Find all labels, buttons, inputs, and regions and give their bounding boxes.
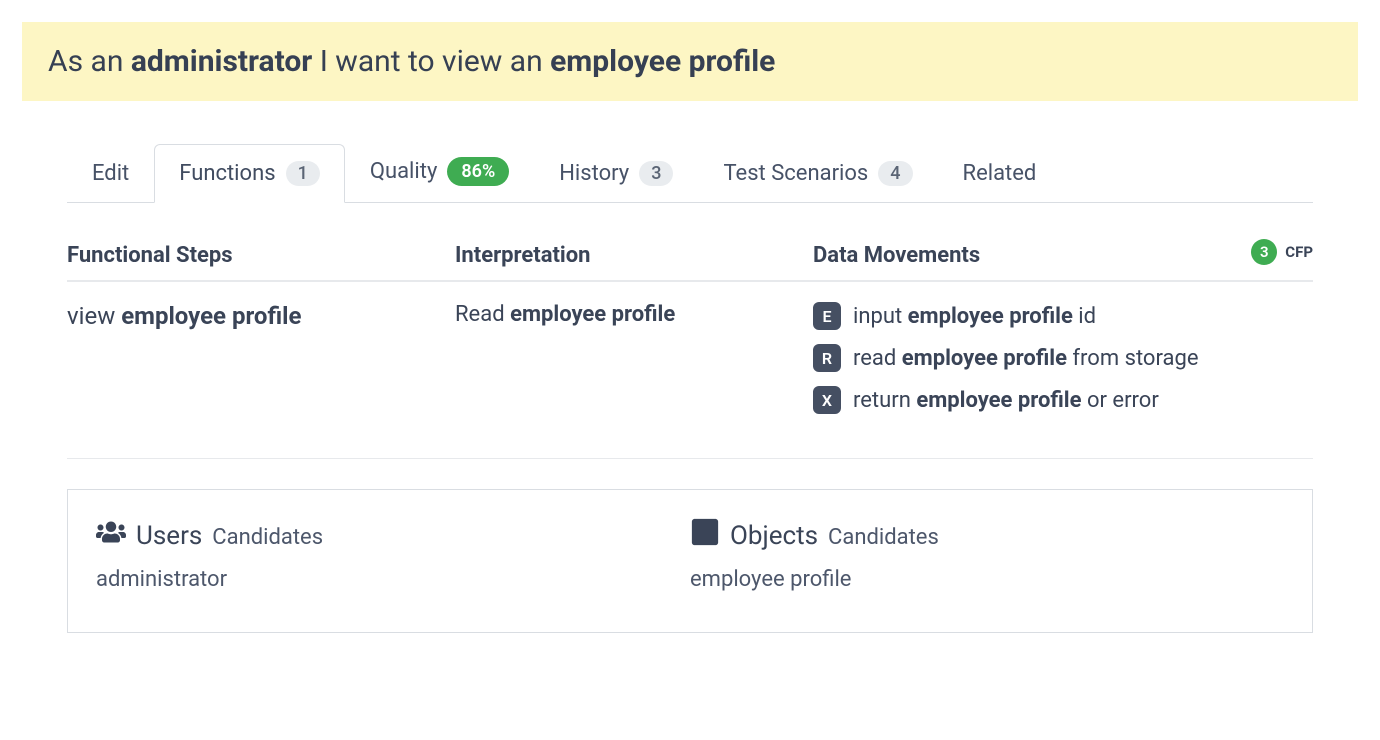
tab-label: Quality [370, 159, 438, 184]
data-movement-entry: E input employee profile id [813, 302, 1313, 330]
users-title: Users [136, 521, 202, 551]
interp-bold: employee profile [510, 302, 675, 327]
tab-label: History [559, 161, 629, 186]
user-story-banner: As an administrator I want to view an em… [22, 22, 1358, 101]
tab-history[interactable]: History 3 [534, 144, 698, 203]
candidates-panel: Users Candidates administrator Objects C… [67, 489, 1313, 633]
story-role: administrator [131, 44, 312, 79]
users-candidates: Users Candidates administrator [96, 514, 690, 592]
columns-header: Functional Steps Interpretation Data Mov… [67, 243, 1313, 282]
movement-pre: return [853, 388, 916, 413]
tab-quality[interactable]: Quality 86% [345, 140, 534, 203]
cfp-indicator: 3 CFP [1251, 239, 1313, 265]
users-icon [96, 517, 126, 554]
percent-badge: 86% [447, 157, 509, 186]
data-movement-exit: X return employee profile or error [813, 386, 1313, 414]
story-middle: I want to view an [312, 44, 550, 79]
cfp-count-badge: 3 [1251, 239, 1277, 265]
data-movements-list: E input employee profile id R read emplo… [813, 302, 1313, 414]
movement-tag-e: E [813, 302, 841, 330]
object-candidate-value: employee profile [690, 567, 1284, 592]
movement-post: or error [1082, 388, 1159, 413]
story-object: employee profile [550, 44, 775, 79]
step-prefix: view [67, 302, 121, 330]
interp-prefix: Read [455, 302, 510, 327]
movement-pre: read [853, 346, 902, 371]
tab-label: Related [963, 161, 1037, 186]
tab-test-scenarios[interactable]: Test Scenarios 4 [698, 144, 937, 203]
tab-related[interactable]: Related [938, 144, 1062, 203]
object-icon [690, 517, 720, 554]
tab-label: Functions [179, 161, 275, 186]
story-prefix: As an [48, 44, 131, 79]
data-movement-read: R read employee profile from storage [813, 344, 1313, 372]
interpretation: Read employee profile [455, 302, 813, 327]
functional-step: view employee profile [67, 302, 455, 330]
tab-label: Test Scenarios [723, 161, 868, 186]
movement-bold: employee profile [902, 346, 1067, 371]
movement-bold: employee profile [908, 304, 1073, 329]
movement-post: id [1073, 304, 1096, 329]
count-badge: 3 [639, 161, 673, 186]
col-steps-title: Functional Steps [67, 243, 455, 268]
col-movements-title: Data Movements [813, 243, 1313, 268]
cfp-label: CFP [1285, 243, 1313, 261]
col-interpretation-title: Interpretation [455, 243, 813, 268]
tab-label: Edit [92, 161, 129, 186]
movement-pre: input [853, 304, 908, 329]
tab-bar: Edit Functions 1 Quality 86% History 3 T… [67, 139, 1313, 203]
objects-subtitle: Candidates [828, 525, 939, 550]
count-badge: 4 [878, 161, 912, 186]
tab-functions[interactable]: Functions 1 [154, 144, 345, 203]
objects-candidates: Objects Candidates employee profile [690, 514, 1284, 592]
movement-tag-x: X [813, 386, 841, 414]
users-subtitle: Candidates [212, 525, 323, 550]
function-row: view employee profile Read employee prof… [67, 282, 1313, 459]
objects-title: Objects [730, 521, 818, 551]
movement-tag-r: R [813, 344, 841, 372]
movement-bold: employee profile [916, 388, 1081, 413]
user-candidate-value: administrator [96, 567, 690, 592]
movement-post: from storage [1067, 346, 1199, 371]
count-badge: 1 [286, 161, 320, 186]
tab-edit[interactable]: Edit [67, 144, 154, 203]
step-bold: employee profile [121, 302, 301, 330]
